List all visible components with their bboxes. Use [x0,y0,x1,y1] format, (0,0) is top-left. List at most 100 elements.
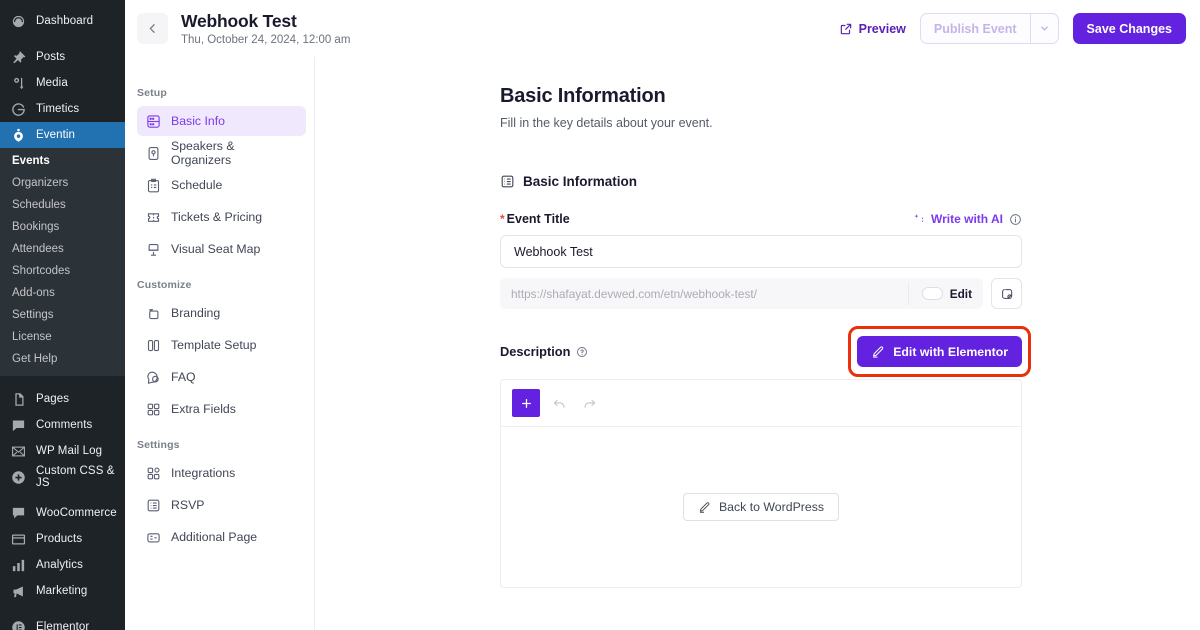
nav-item-visual-seat-map[interactable]: Visual Seat Map [137,234,306,264]
sidebar-label: Elementor [36,621,90,630]
nav-item-faq[interactable]: FAQ [137,362,306,392]
sidebar-item-woocommerce[interactable]: WooCommerce [0,500,125,526]
submenu-item-organizers[interactable]: Organizers [0,172,125,194]
sidebar-label: Pages [36,393,70,405]
sidebar-label: WooCommerce [36,507,117,519]
preview-button[interactable]: Preview [839,22,906,36]
pin-icon [10,49,27,66]
undo-button[interactable] [549,396,570,411]
event-slug-value: https://shafayat.devwed.com/etn/webhook-… [511,286,757,301]
sidebar-item-posts[interactable]: Posts [0,44,125,70]
nav-group-label-customize: Customize [137,279,192,291]
write-with-ai-group: Write with AI [914,212,1022,226]
nav-item-label: Extra Fields [171,402,236,416]
submenu-item-license[interactable]: License [0,326,125,348]
edit-with-elementor-wrapper: Edit with Elementor [848,326,1031,377]
sidebar-item-marketing[interactable]: Marketing [0,578,125,604]
add-block-button[interactable] [512,389,540,417]
branding-icon [145,305,161,321]
page-header: Webhook Test Thu, October 24, 2024, 12:0… [125,0,1200,57]
template-icon [145,337,161,353]
submenu-item-attendees[interactable]: Attendees [0,238,125,260]
basic-information-card-header: Basic Information [500,174,1022,189]
nav-item-template-setup[interactable]: Template Setup [137,330,306,360]
copy-link-icon [1000,287,1014,301]
sidebar-item-pages[interactable]: Pages [0,386,125,412]
nav-item-label: Branding [171,306,221,320]
nav-item-extra-fields[interactable]: Extra Fields [137,394,306,424]
sidebar-item-analytics[interactable]: Analytics [0,552,125,578]
info-icon[interactable] [576,346,588,358]
sidebar-item-eventin[interactable]: Eventin [0,122,125,148]
publish-event-group[interactable]: Publish Event [919,13,1059,44]
sidebar-item-elementor[interactable]: Elementor [0,614,125,630]
nav-item-basic-info[interactable]: Basic Info [137,106,306,136]
nav-group-label-settings: Settings [137,439,180,451]
edit-with-elementor-button[interactable]: Edit with Elementor [857,336,1022,367]
write-with-ai-button[interactable]: Write with AI [914,212,1003,226]
page-title: Webhook Test [181,11,297,31]
nav-item-label: Visual Seat Map [171,242,261,256]
submenu-item-shortcodes[interactable]: Shortcodes [0,260,125,282]
sidebar-item-wp-mail-log[interactable]: WP Mail Log [0,438,125,464]
sidebar-label: Posts [36,51,66,63]
nav-item-tickets-pricing[interactable]: Tickets & Pricing [137,202,306,232]
chevron-left-icon [146,22,159,35]
sidebar-label: Media [36,77,68,89]
submenu-item-get-help[interactable]: Get Help [0,348,125,370]
nav-item-label: Schedule [171,178,223,192]
nav-item-speakers-organizers[interactable]: Speakers & Organizers [137,138,306,168]
nav-item-branding[interactable]: Branding [137,298,306,328]
back-to-wordpress-button[interactable]: Back to WordPress [682,493,840,521]
schedule-icon [145,177,161,193]
header-actions: Preview Publish Event Save Changes [839,13,1186,44]
sidebar-label: WP Mail Log [36,445,103,457]
sidebar-label: Eventin [36,129,76,141]
speakers-icon [145,145,161,161]
faq-icon [145,369,161,385]
nav-item-label: Speakers & Organizers [171,139,235,167]
integrations-icon [145,465,161,481]
submenu-item-settings[interactable]: Settings [0,304,125,326]
sidebar-item-timetics[interactable]: Timetics [0,96,125,122]
submenu-item-schedules[interactable]: Schedules [0,194,125,216]
nav-item-label: FAQ [171,370,196,384]
save-changes-button[interactable]: Save Changes [1072,13,1186,44]
sidebar-item-custom-css-js[interactable]: Custom CSS & JS [0,464,125,490]
required-asterisk: * [500,212,505,226]
nav-item-schedule[interactable]: Schedule [137,170,306,200]
sidebar-item-media[interactable]: Media [0,70,125,96]
nav-item-label: Tickets & Pricing [171,210,263,224]
nav-item-label: Template Setup [171,338,257,352]
nav-item-rsvp[interactable]: RSVP [137,490,306,520]
nav-item-additional-page[interactable]: Additional Page [137,522,306,552]
sidebar-item-dashboard[interactable]: Dashboard [0,8,125,34]
main-panel: Basic Information Fill in the key detail… [315,57,1200,630]
sidebar-label: Timetics [36,103,80,115]
submenu-item-events[interactable]: Events [0,150,125,172]
description-label: Description [500,344,588,359]
form-container: Basic Information Fill in the key detail… [500,85,1031,588]
submenu-item-bookings[interactable]: Bookings [0,216,125,238]
publish-event-button[interactable]: Publish Event [921,14,1030,43]
nav-item-integrations[interactable]: Integrations [137,458,306,488]
dashboard-icon [10,13,27,30]
redo-button[interactable] [579,396,600,411]
content-area: Webhook Test Thu, October 24, 2024, 12:0… [125,0,1200,630]
sidebar-submenu-eventin: Events Organizers Schedules Bookings Att… [0,148,125,376]
sidebar-label: Custom CSS & JS [36,465,115,489]
info-icon[interactable] [1009,213,1022,226]
submenu-item-addons[interactable]: Add-ons [0,282,125,304]
event-title-input[interactable]: Webhook Test [500,235,1022,268]
slug-edit-toggle[interactable]: Edit [907,282,972,305]
rsvp-icon [145,497,161,513]
additional-page-icon [145,529,161,545]
toggle-switch[interactable] [921,287,943,300]
publish-dropdown-toggle[interactable] [1029,14,1058,43]
copy-link-button[interactable] [991,278,1022,309]
sidebar-item-comments[interactable]: Comments [0,412,125,438]
timetics-icon [10,101,27,118]
back-button[interactable] [137,13,168,44]
sidebar-item-products[interactable]: Products [0,526,125,552]
event-slug-row: https://shafayat.devwed.com/etn/webhook-… [500,278,1022,309]
